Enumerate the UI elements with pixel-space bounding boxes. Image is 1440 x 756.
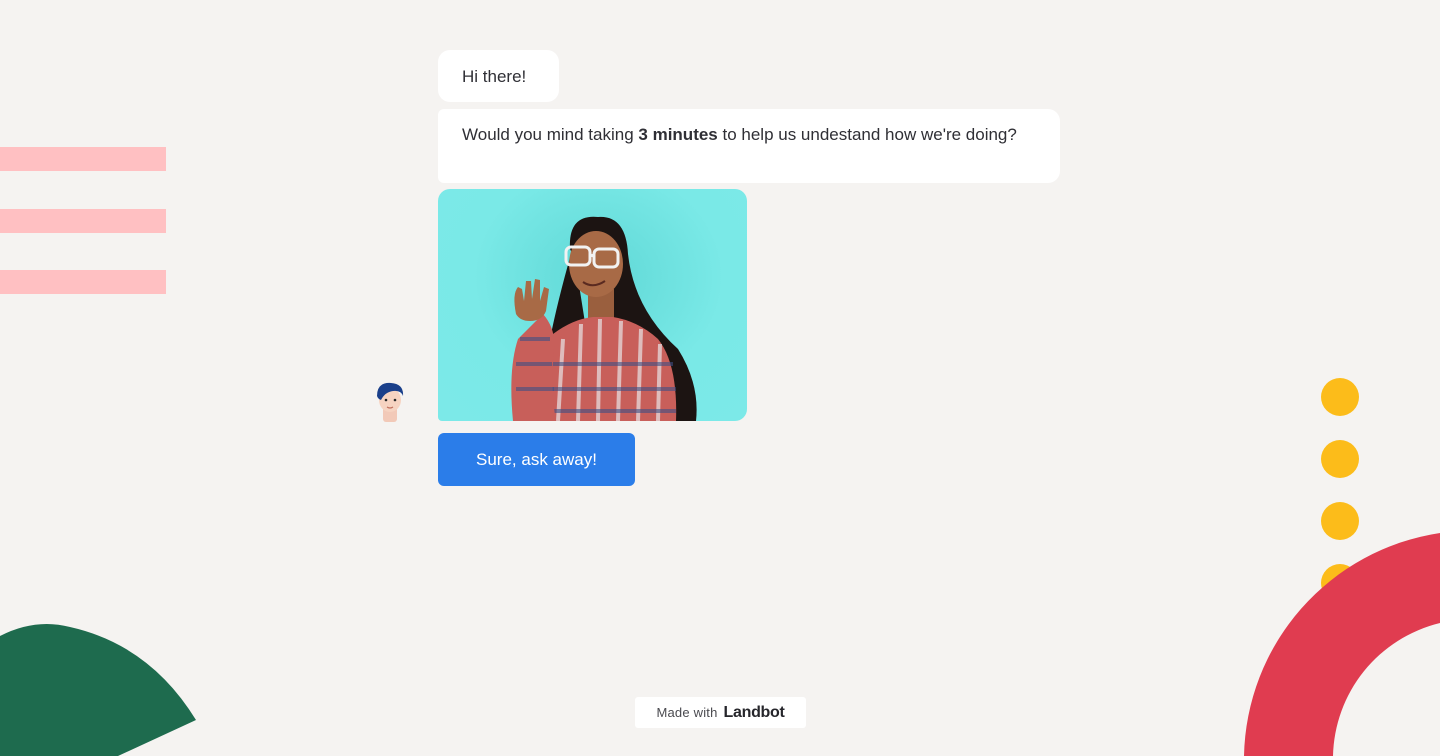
- message-text-before: Would you mind taking: [462, 125, 639, 144]
- yellow-dot-1: [1321, 378, 1359, 416]
- pink-stripe-1: [0, 147, 166, 171]
- landbot-logo: Landbot: [723, 703, 785, 721]
- pink-stripe-3: [0, 270, 166, 294]
- woman-waving-photo: [438, 189, 747, 421]
- made-with-landbot-link[interactable]: Made with Landbot: [635, 697, 806, 728]
- yellow-dot-3: [1321, 502, 1359, 540]
- pink-stripe-2: [0, 209, 166, 233]
- sure-ask-away-button[interactable]: Sure, ask away!: [438, 433, 635, 486]
- message-text-after: to help us undestand how we're doing?: [717, 125, 1017, 144]
- bot-message-request: Would you mind taking 3 minutes to help …: [438, 109, 1060, 183]
- bot-message-greeting: Hi there!: [438, 50, 559, 102]
- yellow-dot-4: [1321, 564, 1359, 602]
- made-with-text: Made with: [656, 705, 718, 720]
- message-text: Hi there!: [462, 67, 527, 86]
- green-semicircle-shape: [0, 624, 196, 756]
- message-text-bold: 3 minutes: [638, 125, 718, 144]
- bot-avatar-icon: [373, 380, 407, 422]
- yellow-dot-2: [1321, 440, 1359, 478]
